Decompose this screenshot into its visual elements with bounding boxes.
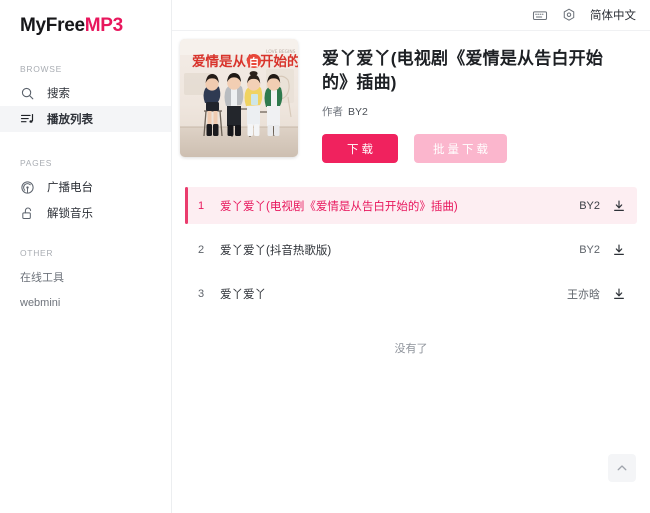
album-cover[interactable]: 爱情是从告 开始的 白 LOVE BEGINS xyxy=(180,39,298,157)
album-header: 爱情是从告 开始的 白 LOVE BEGINS 爱丫爱丫(电视剧《爱情是从告白开… xyxy=(172,31,650,164)
unlock-icon xyxy=(20,206,35,221)
sidebar: MyFreeMP3 BROWSE 搜索 播放列表 PAGES 广播电台 解锁音乐… xyxy=(0,0,172,513)
chevron-up-icon xyxy=(615,461,629,475)
sidebar-item-radio[interactable]: 广播电台 xyxy=(0,174,171,200)
sidebar-item-unlock-music[interactable]: 解锁音乐 xyxy=(0,200,171,226)
logo-text-accent: MP3 xyxy=(84,15,123,36)
download-button[interactable]: 下载 xyxy=(322,134,398,164)
album-cover-art: 爱情是从告 开始的 白 LOVE BEGINS xyxy=(180,39,298,157)
track-title: 爱丫爱丫 xyxy=(220,288,266,301)
sidebar-item-webmini[interactable]: webmini xyxy=(0,290,171,316)
album-info: 爱丫爱丫(电视剧《爱情是从告白开始的》插曲) 作者 BY2 下载 批量下载 xyxy=(322,39,628,164)
batch-download-button[interactable]: 批量下载 xyxy=(414,134,507,164)
track-index: 3 xyxy=(197,287,205,300)
sidebar-item-radio-label: 广播电台 xyxy=(47,182,93,194)
search-icon xyxy=(20,86,35,101)
sidebar-item-webmini-label: webmini xyxy=(20,297,61,309)
album-artist-label: 作者 xyxy=(322,106,343,119)
svg-text:开始的: 开始的 xyxy=(260,53,298,70)
list-end-message: 没有了 xyxy=(394,343,428,356)
svg-text:LOVE BEGINS: LOVE BEGINS xyxy=(266,49,296,55)
main-content: 简体中文 爱情是从告 开始的 白 LOVE BEGINS 爱丫爱丫(电视剧《爱情… xyxy=(172,0,650,513)
playlist-icon xyxy=(20,112,35,127)
app-logo[interactable]: MyFreeMP3 xyxy=(0,10,171,38)
sidebar-item-search-label: 搜索 xyxy=(47,88,70,100)
app-root: MyFreeMP3 BROWSE 搜索 播放列表 PAGES 广播电台 解锁音乐… xyxy=(0,0,650,513)
album-artist-value: BY2 xyxy=(348,106,368,119)
table-row[interactable]: 2 爱丫爱丫(抖音热歌版) BY2 xyxy=(185,231,637,268)
sidebar-item-online-tools-label: 在线工具 xyxy=(20,272,64,284)
track-index: 1 xyxy=(197,199,205,212)
sidebar-item-playlist-label: 播放列表 xyxy=(47,114,93,126)
track-index: 2 xyxy=(197,243,205,256)
radio-icon xyxy=(20,180,35,195)
sidebar-section-other: OTHER xyxy=(20,248,54,258)
download-icon[interactable] xyxy=(612,199,626,213)
track-artist: BY2 xyxy=(579,243,600,256)
sidebar-item-unlock-music-label: 解锁音乐 xyxy=(47,208,93,220)
sidebar-item-playlist[interactable]: 播放列表 xyxy=(0,106,171,132)
scroll-to-top-button[interactable] xyxy=(608,454,636,482)
track-title: 爱丫爱丫(抖音热歌版) xyxy=(220,244,332,257)
track-list: 1 爱丫爱丫(电视剧《爱情是从告白开始的》插曲) BY2 2 爱丫爱丫(抖音热歌… xyxy=(172,187,650,356)
album-artist: 作者 BY2 xyxy=(322,104,628,119)
sidebar-section-browse: BROWSE xyxy=(20,64,62,74)
track-artist: BY2 xyxy=(579,199,600,212)
sidebar-item-search[interactable]: 搜索 xyxy=(0,80,171,106)
table-row[interactable]: 1 爱丫爱丫(电视剧《爱情是从告白开始的》插曲) BY2 xyxy=(185,187,637,225)
gear-icon[interactable] xyxy=(561,7,577,23)
album-actions: 下载 批量下载 xyxy=(322,134,628,164)
sidebar-item-online-tools[interactable]: 在线工具 xyxy=(0,264,171,290)
svg-text:白: 白 xyxy=(249,56,259,69)
sidebar-section-pages: PAGES xyxy=(20,158,53,168)
topbar: 简体中文 xyxy=(172,0,650,31)
table-row[interactable]: 3 爱丫爱丫 王亦晗 xyxy=(185,275,637,312)
album-title: 爱丫爱丫(电视剧《爱情是从告白开始的》插曲) xyxy=(322,49,604,93)
track-title: 爱丫爱丫(电视剧《爱情是从告白开始的》插曲) xyxy=(220,200,458,213)
download-icon[interactable] xyxy=(612,287,626,301)
keyboard-icon[interactable] xyxy=(532,7,548,23)
track-artist: 王亦晗 xyxy=(567,288,600,301)
logo-text-primary: MyFree xyxy=(20,15,85,36)
language-selector[interactable]: 简体中文 xyxy=(590,7,636,23)
download-icon[interactable] xyxy=(612,243,626,257)
